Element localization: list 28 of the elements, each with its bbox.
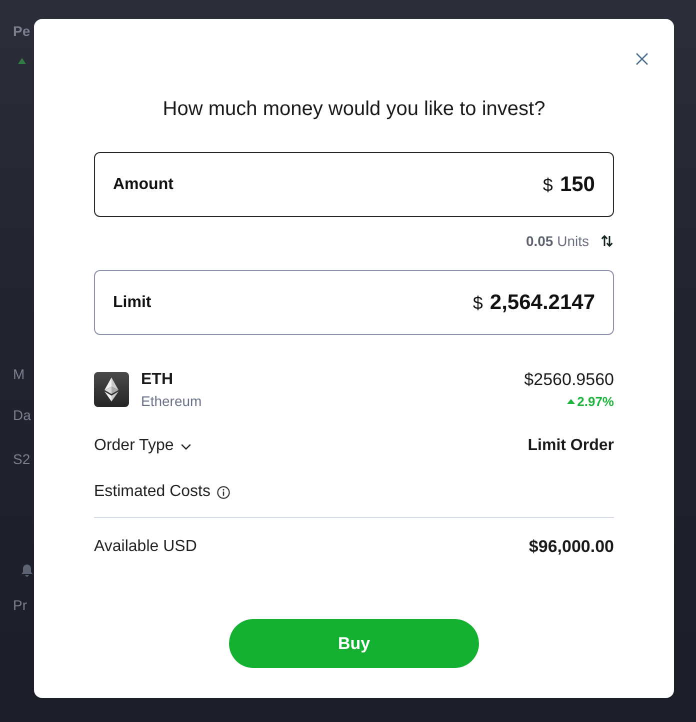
background-text: Pe — [13, 22, 30, 41]
amount-field[interactable]: Amount $ 150 — [94, 152, 614, 217]
background-text: Da — [13, 406, 31, 425]
asset-symbol: ETH — [141, 370, 173, 390]
background-text: Pr — [13, 596, 27, 615]
background-text: M — [13, 365, 25, 384]
close-icon[interactable] — [636, 53, 648, 65]
swap-arrows-icon[interactable] — [601, 235, 613, 247]
chevron-icon — [180, 444, 191, 450]
bell-icon — [21, 564, 33, 577]
price-change: 2.97% — [577, 393, 614, 410]
available-label: Available USD — [94, 537, 197, 557]
background-text: S2 — [13, 450, 30, 469]
info-icon[interactable] — [217, 486, 230, 498]
estimated-costs-label: Estimated Costs — [94, 482, 210, 502]
field-label: Amount — [113, 174, 174, 194]
order-type-dropdown[interactable]: Order Type — [94, 434, 191, 458]
asset-name: Ethereum — [141, 392, 202, 410]
field-value: $ 150 — [542, 172, 595, 198]
asset-price: $2560.9560 — [524, 370, 614, 390]
order-type-value: Limit Order — [528, 437, 614, 455]
field-label: Limit — [113, 292, 152, 312]
field-value: $ 2,564.2147 — [472, 290, 595, 316]
triangle-icon — [18, 58, 26, 64]
available-value: $96,000.00 — [528, 537, 614, 557]
dialog-title: How much money would you like to invest? — [162, 97, 546, 122]
limit-field[interactable]: Limit $ 2,564.2147 — [94, 270, 614, 335]
units-reading: 0.05 Units — [526, 232, 589, 251]
